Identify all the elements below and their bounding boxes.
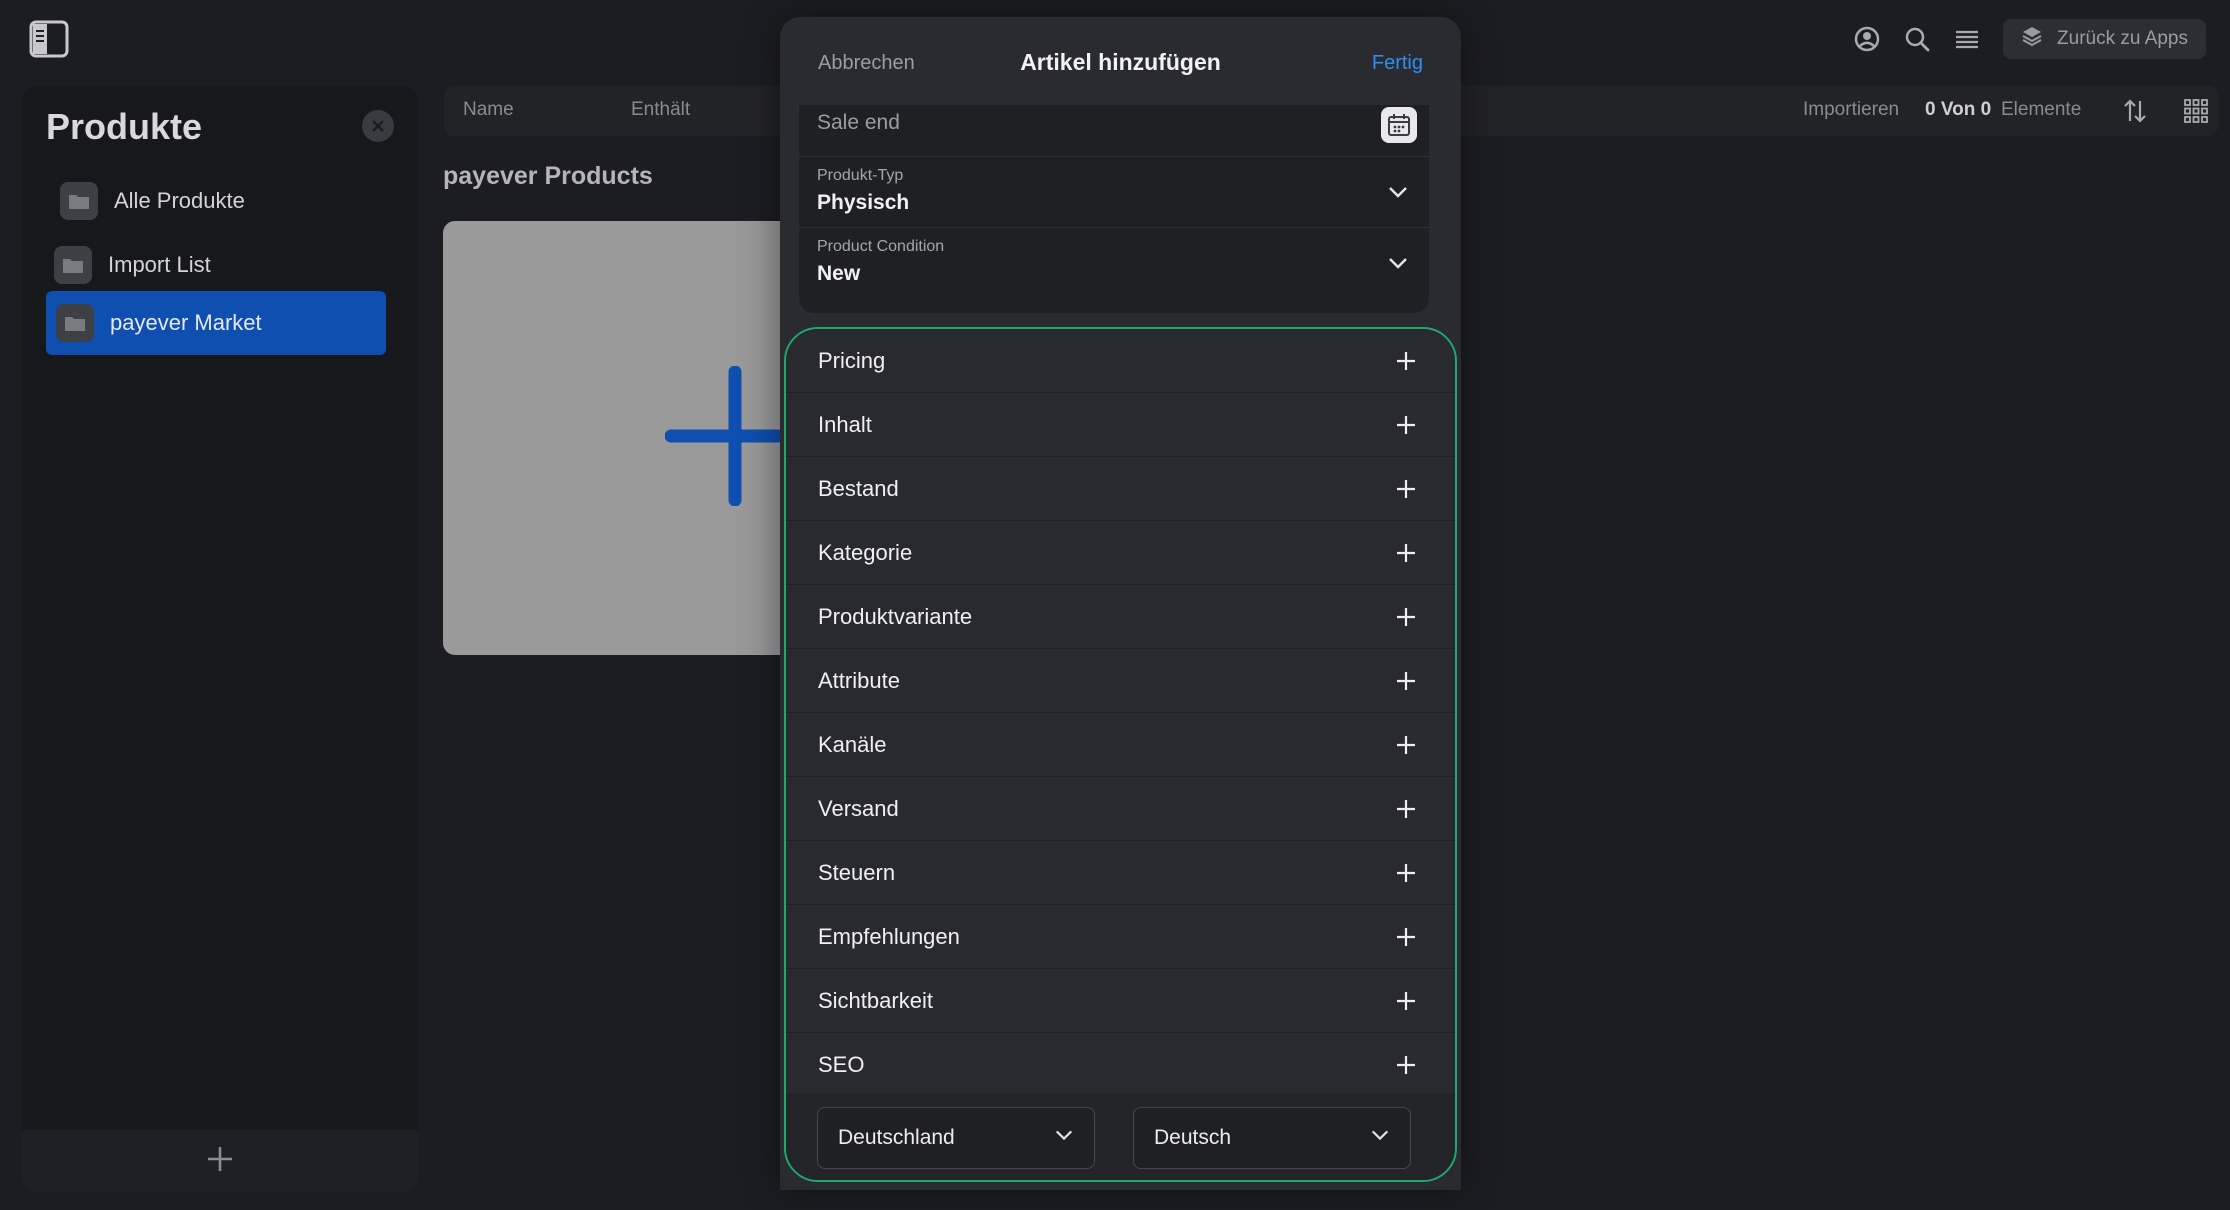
accordion-section-row[interactable]: Bestand [786,457,1455,521]
plus-icon[interactable] [1395,542,1417,564]
accordion-section-label: Kanäle [818,731,887,757]
sidebar-toggle-icon[interactable] [29,20,69,58]
accordion-section-label: Empfehlungen [818,923,960,949]
accordion-section-row[interactable]: Empfehlungen [786,905,1455,969]
apps-layers-icon [2021,25,2043,53]
accordion-section-row[interactable]: Kanäle [786,713,1455,777]
modal-header: Abbrechen Artikel hinzufügen Fertig [780,17,1461,105]
language-select[interactable]: Deutsch [1133,1107,1411,1169]
folder-label: Import List [108,252,211,277]
product-type-select[interactable]: Produkt-Typ Physisch [799,157,1429,227]
chevron-down-icon [1387,181,1409,203]
items-label: Elemente [2001,99,2082,120]
item-count: 0 Von 0 [1925,99,1992,120]
accordion-section-label: Pricing [818,347,886,373]
country-value: Deutschland [838,1126,955,1149]
folder-label: payever Market [110,310,262,335]
sort-icon[interactable] [2121,97,2149,130]
search-icon[interactable] [1903,25,1931,53]
accordion-section-row[interactable]: Pricing [786,329,1455,393]
folder-sidebar: Produkte Alle Produkte Import List payev… [22,86,418,1192]
back-to-apps-label: Zurück zu Apps [2057,28,2188,49]
accordion-section-label: Sichtbarkeit [818,987,933,1013]
plus-icon[interactable] [1395,350,1417,372]
grid-view-icon[interactable] [2184,99,2208,128]
locale-footer: Deutschland Deutsch [786,1093,1455,1180]
accordion-section-row[interactable]: Produktvariante [786,585,1455,649]
accordion-section-row[interactable]: Kategorie [786,521,1455,585]
topbar-actions: Zurück zu Apps [1853,18,2206,60]
folder-icon [56,304,94,342]
calendar-icon[interactable] [1381,107,1417,143]
import-button[interactable]: Importieren [1803,99,1899,121]
back-to-apps-button[interactable]: Zurück zu Apps [2003,19,2206,59]
accordion-section-row[interactable]: SEO [786,1033,1455,1097]
plus-icon[interactable] [1395,798,1417,820]
folder-label: Alle Produkte [114,188,245,213]
menu-lines-icon[interactable] [1953,25,1981,53]
modal-title: Artikel hinzufügen [1020,49,1221,75]
folder-item-payever-market[interactable]: payever Market [46,291,386,355]
accordion-section-label: Kategorie [818,539,913,565]
column-header-name[interactable]: Name [463,99,514,121]
folder-item-import-list[interactable]: Import List [44,233,390,297]
accordion-section-label: Inhalt [818,411,872,437]
add-product-card[interactable] [443,221,803,655]
language-value: Deutsch [1154,1126,1232,1149]
add-item-modal: Abbrechen Artikel hinzufügen Fertig Sale… [780,17,1461,1190]
sale-end-field[interactable]: Sale end [799,105,1429,155]
add-folder-button[interactable] [22,1130,418,1192]
folder-icon [60,182,98,220]
accordion-section-row[interactable]: Sichtbarkeit [786,969,1455,1033]
sections-accordion: Pricing Inhalt Bestand Kategorie Produktvari… [784,327,1457,1182]
sections-list: Pricing Inhalt Bestand Kategorie Produktvari… [786,329,1455,1097]
sale-end-label: Sale end [817,111,900,134]
plus-icon [205,1144,235,1179]
chevron-down-icon [1370,1125,1390,1151]
accordion-section-label: Attribute [818,667,900,693]
accordion-section-label: SEO [818,1051,865,1077]
accordion-section-label: Versand [818,795,899,821]
plus-icon[interactable] [1395,990,1417,1012]
column-header-contains[interactable]: Enthält [631,99,690,121]
chevron-down-icon [1054,1125,1074,1151]
product-condition-label: Product Condition [817,238,945,255]
accordion-section-label: Steuern [818,859,896,885]
accordion-section-row[interactable]: Inhalt [786,393,1455,457]
product-details-form: Sale end Produkt-Typ Physisch Product Co… [799,105,1429,313]
close-icon[interactable] [362,110,394,142]
product-type-value: Physisch [817,191,910,214]
country-select[interactable]: Deutschland [817,1107,1095,1169]
accordion-section-label: Bestand [818,475,899,501]
section-title: payever Products [443,162,653,190]
sidebar-title: Produkte [46,106,203,147]
plus-icon[interactable] [1395,734,1417,756]
plus-icon[interactable] [1395,414,1417,436]
plus-icon[interactable] [1395,670,1417,692]
plus-icon[interactable] [1395,926,1417,948]
user-circle-icon[interactable] [1853,25,1881,53]
accordion-section-row[interactable]: Steuern [786,841,1455,905]
product-condition-value: New [817,262,861,285]
folder-item-alle-produkte[interactable]: Alle Produkte [50,169,390,233]
product-type-label: Produkt-Typ [817,167,904,184]
accordion-section-row[interactable]: Attribute [786,649,1455,713]
product-condition-select[interactable]: Product Condition New [799,228,1429,298]
accordion-section-label: Produktvariante [818,603,973,629]
chevron-down-icon [1387,252,1409,274]
folder-icon [54,246,92,284]
plus-icon[interactable] [1395,1054,1417,1076]
accordion-section-row[interactable]: Versand [786,777,1455,841]
done-button[interactable]: Fertig [1372,52,1423,75]
plus-icon[interactable] [1395,862,1417,884]
plus-icon[interactable] [1395,606,1417,628]
plus-icon[interactable] [1395,478,1417,500]
